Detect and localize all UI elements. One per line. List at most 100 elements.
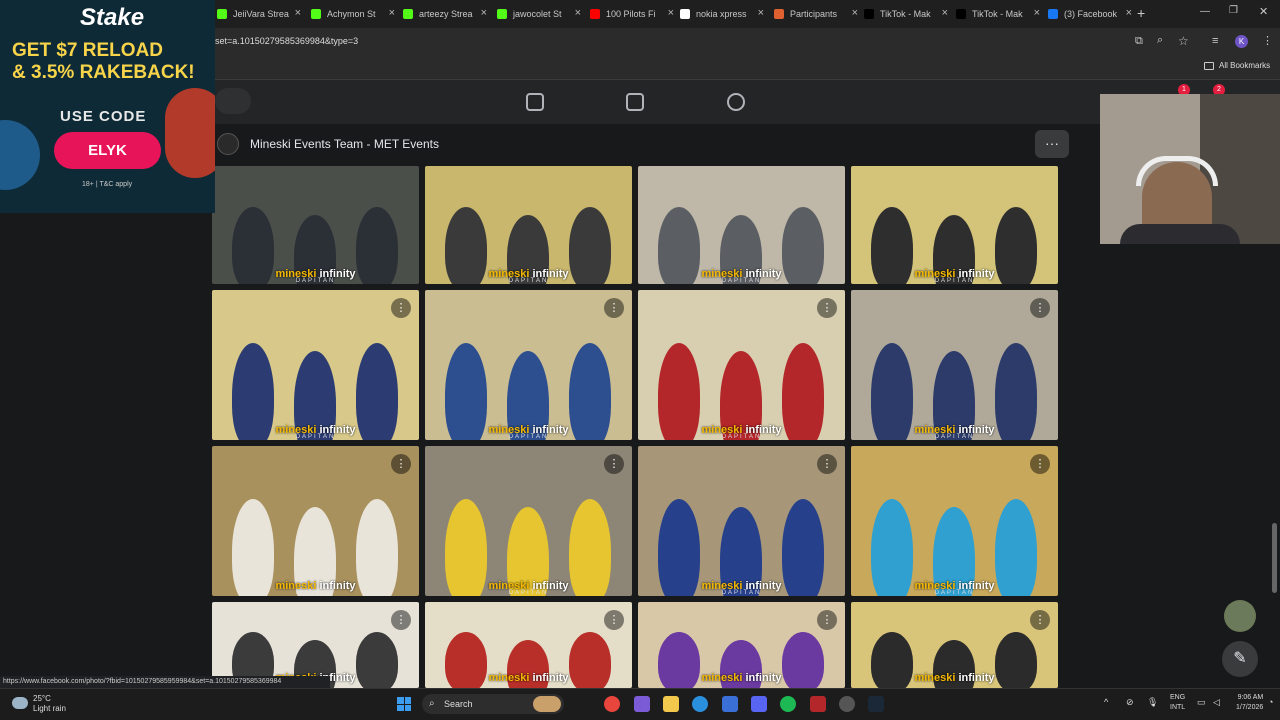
album-photo[interactable]: ⋮ mineski infinity DAPITAN [425,446,632,596]
star-icon[interactable]: ☆ [1178,34,1189,48]
browser-tab[interactable]: 100 Pilots Fi × [586,4,676,24]
tab-label: nokia xpress [696,9,747,19]
store-icon[interactable] [722,696,738,712]
network-icon[interactable]: ⊘ [1126,697,1134,708]
tab-close-icon[interactable]: × [1126,7,1132,19]
photo-options-icon[interactable]: ⋮ [391,454,411,474]
minimize-icon[interactable]: — [1200,6,1210,17]
more-options-button[interactable]: ··· [1035,130,1069,158]
new-message-button[interactable]: ✎ [1222,641,1258,677]
photo-options-icon[interactable]: ⋮ [817,298,837,318]
roulette-graphic [165,88,215,178]
album-photo[interactable]: ⋮ mineski infinity DAPITAN [212,290,419,440]
volume-icon[interactable]: ◁ [1213,697,1220,708]
notification-bell-icon[interactable]: ◔ [1268,697,1273,707]
marketplace-icon[interactable] [626,93,644,111]
chat-head-avatar[interactable] [1224,600,1256,632]
profile-avatar[interactable]: K [1235,35,1248,48]
tab-close-icon[interactable]: × [942,7,948,19]
browser-tab[interactable]: Participants × [770,4,860,24]
photo-options-icon[interactable]: ⋮ [1030,454,1050,474]
tab-favicon-icon [311,9,321,19]
new-tab-button[interactable]: + [1137,5,1145,21]
discord-icon[interactable] [751,696,767,712]
photo-watermark: mineski infinity [851,672,1058,684]
groups-icon[interactable] [727,93,745,111]
zoom-icon[interactable]: ⌕ [1157,34,1163,47]
url-text[interactable]: set=a.10150279585369984&type=3 [215,36,358,46]
steam-icon[interactable] [868,696,884,712]
album-photo[interactable]: mineski infinity DAPITAN [638,166,845,284]
album-photo[interactable]: ⋮ mineski infinity [425,602,632,688]
album-photo[interactable]: mineski infinity DAPITAN [212,166,419,284]
browser-tab[interactable]: jawocolet St × [493,4,583,24]
cast-icon[interactable]: ⧉ [1135,35,1143,48]
chrome-icon[interactable] [604,696,620,712]
close-window-icon[interactable]: ✕ [1259,5,1268,18]
display-icon[interactable]: ▭ [1197,697,1206,708]
all-bookmarks[interactable]: All Bookmarks [1219,61,1270,70]
tab-close-icon[interactable]: × [852,7,858,19]
album-photo[interactable]: ⋮ mineski infinity DAPITAN [425,290,632,440]
tab-close-icon[interactable]: × [668,7,674,19]
weather-icon[interactable] [12,697,28,709]
browser-tab[interactable]: Achymon St × [307,4,397,24]
file-explorer-icon[interactable] [663,696,679,712]
album-photo[interactable]: ⋮ mineski infinity DAPITAN [638,446,845,596]
tab-close-icon[interactable]: × [758,7,764,19]
scrollbar[interactable] [1272,523,1277,593]
tab-favicon-icon [864,9,874,19]
ad-code-button[interactable]: ELYK [54,132,161,169]
mic-icon[interactable]: 🎙 [1147,697,1158,708]
language-indicator[interactable]: ENG INTL [1170,693,1185,713]
tab-label: jawocolet St [513,9,562,19]
photo-options-icon[interactable]: ⋮ [1030,298,1050,318]
menu-icon[interactable]: ⋮ [1262,34,1273,47]
album-photo[interactable]: ⋮ mineski infinity [851,602,1058,688]
photo-options-icon[interactable]: ⋮ [391,610,411,630]
browser-tab[interactable]: nokia xpress × [676,4,766,24]
browser-tab[interactable]: (3) Facebook × [1044,4,1134,24]
tab-close-icon[interactable]: × [295,7,301,19]
tab-close-icon[interactable]: × [389,7,395,19]
photo-options-icon[interactable]: ⋮ [391,298,411,318]
browser-tab[interactable]: TikTok - Mak × [860,4,950,24]
tab-close-icon[interactable]: × [575,7,581,19]
tab-close-icon[interactable]: × [1034,7,1040,19]
page-avatar[interactable] [217,133,239,155]
album-photo[interactable]: mineski infinity DAPITAN [425,166,632,284]
tab-close-icon[interactable]: × [481,7,487,19]
browser-tab[interactable]: TikTok - Mak × [952,4,1042,24]
weather-widget[interactable]: 25°C Light rain [33,694,66,714]
app-icon[interactable] [810,696,826,712]
watermark-suffix: infinity [532,672,569,684]
photo-options-icon[interactable]: ⋮ [1030,610,1050,630]
photo-options-icon[interactable]: ⋮ [817,610,837,630]
photo-options-icon[interactable]: ⋮ [604,610,624,630]
clock[interactable]: 9:06 AM 1/7/2026 [1236,693,1263,713]
start-icon[interactable] [397,697,411,711]
restore-icon[interactable]: ❐ [1229,5,1238,16]
reading-list-icon[interactable]: ≡ [1212,35,1218,47]
photo-watermark: mineski infinity [425,672,632,684]
tray-chevron-icon[interactable]: ^ [1104,697,1108,707]
spotify-icon[interactable] [780,696,796,712]
copilot-icon[interactable] [634,696,650,712]
album-photo[interactable]: ⋮ mineski infinity [638,602,845,688]
watermark-suffix: infinity [958,672,995,684]
photo-options-icon[interactable]: ⋮ [817,454,837,474]
photo-options-icon[interactable]: ⋮ [604,298,624,318]
album-photo[interactable]: ⋮ mineski infinity DAPITAN [638,290,845,440]
photo-options-icon[interactable]: ⋮ [604,454,624,474]
edge-icon[interactable] [692,696,708,712]
home-icon[interactable] [526,93,544,111]
album-photo[interactable]: ⋮ mineski infinity DAPITAN [212,446,419,596]
obs-icon[interactable] [839,696,855,712]
browser-tab[interactable]: JeiiVara Strea × [213,4,303,24]
album-photo[interactable]: mineski infinity DAPITAN [851,166,1058,284]
album-title[interactable]: Mineski Events Team - MET Events [250,137,439,151]
search-box[interactable] [215,88,251,114]
album-photo[interactable]: ⋮ mineski infinity DAPITAN [851,290,1058,440]
album-photo[interactable]: ⋮ mineski infinity DAPITAN [851,446,1058,596]
browser-tab[interactable]: arteezy Strea × [399,4,489,24]
